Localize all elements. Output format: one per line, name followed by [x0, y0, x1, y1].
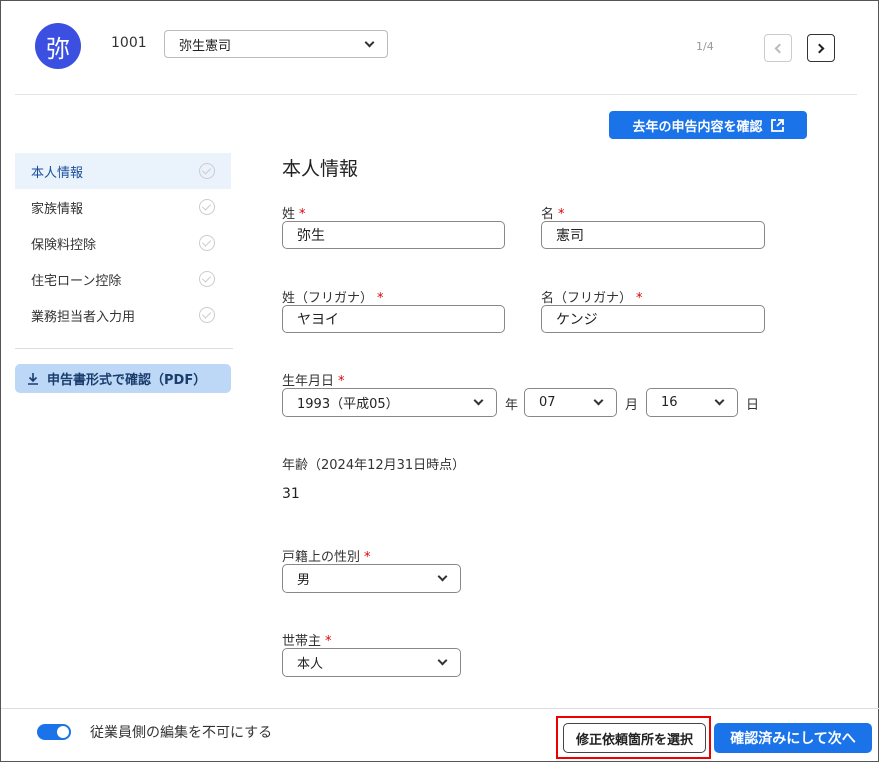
chevron-down-icon	[364, 37, 375, 47]
birth-year-value: 1993（平成05）	[297, 397, 399, 412]
sidebar-item-label: 家族情報	[31, 201, 84, 217]
pdf-preview-label: 申告書形式で確認（PDF）	[47, 373, 207, 388]
required-mark: *	[364, 550, 371, 565]
first-name-label: 名 *	[541, 207, 565, 222]
chevron-down-icon	[714, 395, 725, 406]
employee-select-value: 弥生憲司	[179, 38, 232, 54]
last-name-label: 姓 *	[282, 207, 306, 222]
sidebar-item-label: 本人情報	[31, 165, 84, 181]
employee-avatar: 弥	[35, 23, 81, 69]
last-name-kana-label: 姓（フリガナ） *	[282, 291, 384, 306]
first-name-input[interactable]: 憲司	[541, 221, 765, 249]
sidebar-item-label: 業務担当者入力用	[31, 309, 136, 325]
next-employee-button[interactable]	[807, 34, 835, 62]
sidebar-nav: 本人情報 家族情報 保険料控除 住宅ローン控除 業務担当者入力用	[15, 153, 231, 333]
external-link-icon	[770, 118, 784, 132]
required-mark: *	[325, 634, 332, 649]
sidebar-item-insurance[interactable]: 保険料控除	[15, 225, 231, 261]
required-mark: *	[636, 291, 643, 306]
birth-day-select[interactable]: 16	[646, 388, 738, 417]
check-circle-icon	[199, 271, 215, 287]
confirm-next-button[interactable]: 確認済みにして次へ	[714, 723, 872, 753]
check-circle-icon	[199, 163, 215, 179]
day-unit: 日	[746, 398, 760, 413]
employee-select[interactable]: 弥生憲司	[164, 30, 388, 58]
lock-edit-toggle[interactable]	[37, 724, 71, 740]
birth-day-value: 16	[661, 395, 678, 410]
gender-value: 男	[297, 573, 311, 588]
header-divider	[15, 94, 857, 95]
lock-edit-label: 従業員側の編集を不可にする	[90, 725, 273, 741]
chevron-down-icon	[437, 571, 448, 582]
sidebar-item-personal[interactable]: 本人情報	[15, 153, 231, 189]
app-frame: 弥 1001 弥生憲司 1/4 去年の申告内容を確認 本人情報 家族情報 保険料…	[0, 0, 879, 762]
sidebar-item-housing-loan[interactable]: 住宅ローン控除	[15, 261, 231, 297]
last-name-kana-input[interactable]: ヤヨイ	[282, 305, 505, 333]
chevron-down-icon	[437, 655, 448, 666]
first-name-kana-label: 名（フリガナ） *	[541, 291, 643, 306]
birth-month-value: 07	[539, 395, 556, 410]
householder-value: 本人	[297, 657, 324, 672]
chevron-right-icon	[814, 43, 825, 53]
gender-select[interactable]: 男	[282, 564, 461, 593]
year-unit: 年	[505, 398, 519, 413]
check-circle-icon	[199, 199, 215, 215]
age-label: 年齢（2024年12月31日時点）	[282, 458, 466, 473]
first-name-kana-input[interactable]: ケンジ	[541, 305, 765, 333]
sidebar-item-label: 住宅ローン控除	[31, 273, 122, 289]
required-mark: *	[338, 374, 345, 389]
birth-month-select[interactable]: 07	[524, 388, 617, 417]
prev-employee-button[interactable]	[764, 34, 792, 62]
chevron-down-icon	[593, 395, 604, 406]
select-fix-request-button[interactable]: 修正依頼箇所を選択	[563, 723, 706, 753]
required-mark: *	[558, 207, 565, 222]
last-name-input[interactable]: 弥生	[282, 221, 505, 249]
view-last-year-button[interactable]: 去年の申告内容を確認	[609, 111, 807, 139]
chevron-left-icon	[774, 43, 785, 53]
required-mark: *	[377, 291, 384, 306]
householder-label: 世帯主 *	[282, 634, 332, 649]
pager-indicator: 1/4	[696, 40, 714, 53]
householder-select[interactable]: 本人	[282, 648, 461, 677]
check-circle-icon	[199, 235, 215, 251]
sidebar-item-family[interactable]: 家族情報	[15, 189, 231, 225]
pdf-preview-button[interactable]: 申告書形式で確認（PDF）	[15, 364, 231, 393]
birthdate-label: 生年月日 *	[282, 374, 345, 389]
birth-year-select[interactable]: 1993（平成05）	[282, 388, 497, 417]
download-icon	[27, 372, 39, 385]
month-unit: 月	[625, 398, 639, 413]
sidebar-item-label: 保険料控除	[31, 237, 97, 253]
chevron-down-icon	[473, 395, 484, 406]
section-title: 本人情報	[282, 158, 359, 180]
footer-divider	[1, 708, 879, 709]
sidebar-item-admin-input[interactable]: 業務担当者入力用	[15, 297, 231, 333]
required-mark: *	[299, 207, 306, 222]
employee-id: 1001	[111, 35, 147, 51]
check-circle-icon	[199, 307, 215, 323]
gender-label: 戸籍上の性別 *	[282, 550, 371, 565]
age-value: 31	[282, 486, 300, 502]
sidebar-divider	[15, 348, 233, 349]
view-last-year-label: 去年の申告内容を確認	[632, 119, 763, 135]
